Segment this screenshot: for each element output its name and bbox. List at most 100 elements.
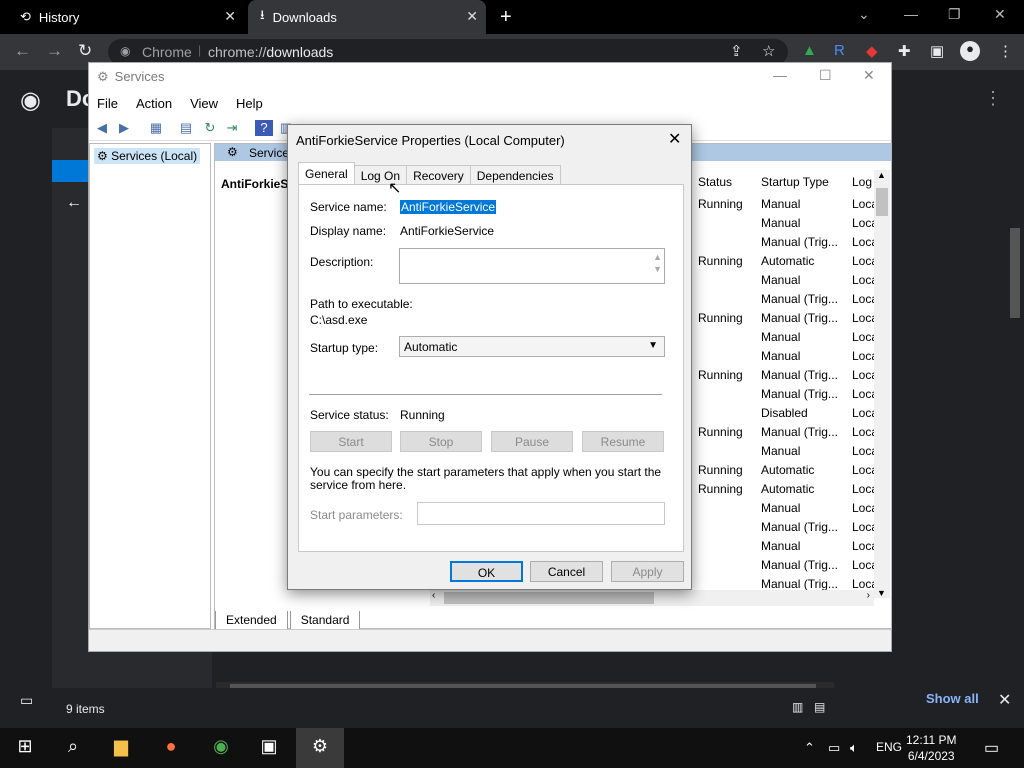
menu-file[interactable]: File — [97, 96, 118, 111]
service-row-startup[interactable]: Manual (Trig... — [761, 235, 838, 249]
details-view-icon[interactable]: ▥ — [792, 700, 803, 714]
side-panel-icon[interactable]: ▣ — [930, 42, 944, 60]
vertical-scrollbar[interactable]: ▲ ▼ — [874, 170, 890, 598]
service-row-startup[interactable]: Manual — [761, 349, 800, 363]
back-arrow-icon[interactable]: ← — [66, 194, 82, 212]
maximize-button[interactable]: ☐ — [819, 67, 832, 84]
back-button[interactable]: ← — [14, 41, 31, 61]
service-row-startup[interactable]: Automatic — [761, 254, 814, 268]
service-row-startup[interactable]: Manual (Trig... — [761, 311, 838, 325]
close-download-bar-icon[interactable]: ✕ — [998, 690, 1011, 710]
new-tab-button[interactable]: + — [500, 6, 512, 29]
console-tree-icon[interactable]: ▦ — [147, 120, 165, 136]
bookmark-star-icon[interactable]: ☆ — [762, 42, 775, 60]
show-all-button[interactable]: Show all — [912, 684, 992, 714]
preview-view-icon[interactable]: ▤ — [814, 700, 825, 714]
resume-button[interactable]: Resume — [582, 431, 664, 452]
services-taskbar-icon[interactable]: ⚙ — [296, 728, 344, 768]
tab-search-icon[interactable]: ⌄ — [858, 6, 870, 23]
service-row-startup[interactable]: Manual — [761, 273, 800, 287]
service-row-status[interactable]: Running — [698, 254, 743, 268]
profile-avatar-icon[interactable]: ● — [960, 41, 980, 61]
cancel-button[interactable]: Cancel — [530, 561, 603, 582]
service-row-startup[interactable]: Manual (Trig... — [761, 387, 838, 401]
service-row-status[interactable]: Running — [698, 425, 743, 439]
drive-extension-icon[interactable]: ▲ — [802, 42, 817, 59]
dialog-close-button[interactable]: ✕ — [668, 129, 681, 149]
service-row-startup[interactable]: Disabled — [761, 406, 808, 420]
service-row-startup[interactable]: Manual (Trig... — [761, 368, 838, 382]
menu-action[interactable]: Action — [136, 96, 172, 111]
clock[interactable]: 12:11 PM 6/4/2023 — [906, 732, 956, 764]
start-button[interactable]: Start — [310, 431, 392, 452]
description-field[interactable]: ▲ ▼ — [399, 248, 665, 284]
service-row-status[interactable]: Running — [698, 482, 743, 496]
back-icon[interactable]: ◀ — [93, 120, 111, 136]
extension-r-icon[interactable]: R — [834, 42, 845, 59]
minimize-button[interactable]: — — [773, 67, 787, 83]
notifications-icon[interactable]: ▭ — [984, 738, 999, 758]
service-row-status[interactable]: Running — [698, 368, 743, 382]
tab-recovery[interactable]: Recovery — [406, 165, 471, 184]
close-window-button[interactable]: ✕ — [994, 6, 1006, 23]
stop-button[interactable]: Stop — [400, 431, 482, 452]
description-scroll-icon[interactable]: ▲ ▼ — [653, 251, 662, 275]
extensions-puzzle-icon[interactable]: ✚ — [898, 42, 911, 60]
service-row-status[interactable]: Running — [698, 463, 743, 477]
firefox-icon[interactable]: ● — [158, 736, 184, 760]
column-startup-type[interactable]: Startup Type — [761, 175, 829, 189]
scroll-left-icon[interactable]: ‹ — [432, 590, 435, 601]
search-icon[interactable]: ⌕ — [60, 736, 86, 760]
more-actions-icon[interactable]: ⋮ — [984, 88, 1002, 109]
service-row-startup[interactable]: Manual — [761, 197, 800, 211]
tab-downloads[interactable]: ⭳ Downloads ✕ — [248, 0, 486, 34]
export-icon[interactable]: ⇥ — [223, 120, 241, 136]
tab-dependencies[interactable]: Dependencies — [469, 165, 561, 184]
service-name-value[interactable]: AntiForkieService — [400, 200, 497, 214]
horizontal-scrollbar[interactable]: ‹ › — [430, 590, 874, 606]
service-row-startup[interactable]: Manual — [761, 501, 800, 515]
refresh-icon[interactable]: ↻ — [201, 120, 219, 136]
show-hidden-icons[interactable]: ⌃ — [804, 740, 815, 756]
forward-icon[interactable]: ▶ — [115, 120, 133, 136]
tab-standard[interactable]: Standard — [289, 611, 361, 630]
tab-history[interactable]: ⟲ History ✕ — [8, 0, 244, 34]
minimize-button[interactable]: — — [904, 6, 918, 22]
help-icon[interactable]: ? — [255, 120, 273, 136]
service-row-startup[interactable]: Manual — [761, 216, 800, 230]
service-row-startup[interactable]: Manual — [761, 539, 800, 553]
tab-extended[interactable]: Extended — [215, 611, 288, 630]
volume-muted-icon[interactable]: 🔈︎ — [850, 740, 858, 756]
column-status[interactable]: Status — [698, 175, 732, 189]
restore-button[interactable]: ❐ — [948, 6, 961, 23]
service-row-startup[interactable]: Automatic — [761, 482, 814, 496]
service-row-startup[interactable]: Manual (Trig... — [761, 577, 838, 591]
service-row-startup[interactable]: Manual — [761, 330, 800, 344]
language-indicator[interactable]: ENG — [876, 740, 902, 754]
display-name-value[interactable]: AntiForkieService — [400, 224, 494, 238]
close-tab-icon[interactable]: ✕ — [224, 8, 236, 25]
app-window-icon[interactable]: ▣ — [256, 736, 282, 760]
startup-type-select[interactable]: Automatic ▼ — [399, 336, 665, 357]
apply-button[interactable]: Apply — [611, 561, 684, 582]
close-button[interactable]: ✕ — [863, 67, 875, 84]
service-row-startup[interactable]: Manual — [761, 444, 800, 458]
chrome-icon[interactable]: ◉ — [208, 736, 234, 760]
pause-button[interactable]: Pause — [491, 431, 573, 452]
page-scrollbar[interactable] — [1010, 228, 1020, 318]
scroll-right-icon[interactable]: › — [867, 590, 870, 601]
tab-general[interactable]: General — [298, 162, 355, 185]
reload-button[interactable]: ↻ — [78, 41, 92, 61]
service-row-status[interactable]: Running — [698, 311, 743, 325]
windows-start-icon[interactable]: ⊞ — [12, 736, 38, 760]
start-parameters-input[interactable] — [417, 502, 665, 525]
scroll-down-icon[interactable]: ▼ — [877, 588, 886, 598]
forward-button[interactable]: → — [46, 41, 63, 61]
service-row-status[interactable]: Running — [698, 197, 743, 211]
menu-view[interactable]: View — [190, 96, 218, 111]
path-value[interactable]: C:\asd.exe — [310, 313, 367, 327]
menu-help[interactable]: Help — [236, 96, 263, 111]
service-row-startup[interactable]: Manual (Trig... — [761, 520, 838, 534]
scroll-up-icon[interactable]: ▲ — [877, 170, 886, 180]
file-explorer-icon[interactable]: ▆ — [108, 736, 134, 760]
